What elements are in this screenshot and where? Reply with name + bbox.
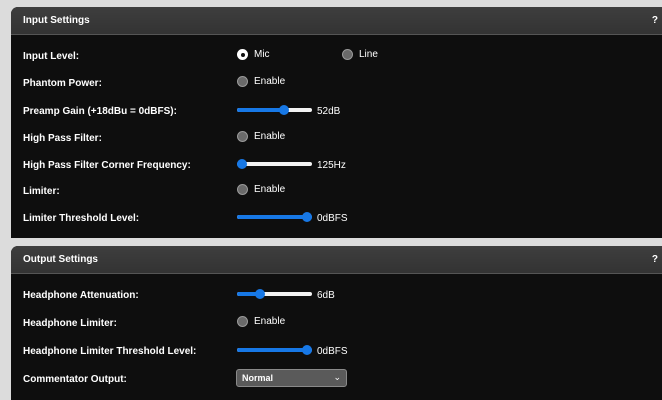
input-settings-help-button[interactable]: ? bbox=[652, 15, 658, 26]
slider-fill bbox=[237, 108, 284, 112]
preamp-gain-slider[interactable] bbox=[237, 105, 312, 115]
headphone-limiter-row: Headphone Limiter: Enable bbox=[11, 314, 662, 334]
phantom-power-enable-label: Enable bbox=[254, 76, 286, 87]
high-pass-filter-enable-label: Enable bbox=[254, 131, 286, 142]
headphone-limiter-threshold-label: Headphone Limiter Threshold Level: bbox=[23, 346, 197, 357]
input-settings-title: Input Settings bbox=[23, 15, 90, 26]
slider-thumb[interactable] bbox=[278, 105, 289, 115]
commentator-output-label: Commentator Output: bbox=[23, 374, 127, 385]
commentator-output-row: Commentator Output: Normal ⌄ bbox=[11, 369, 662, 390]
commentator-output-selected: Normal bbox=[242, 373, 274, 383]
input-level-mic-radio[interactable]: Mic bbox=[237, 49, 270, 60]
slider-thumb[interactable] bbox=[302, 345, 312, 355]
headphone-limiter-threshold-row: Headphone Limiter Threshold Level: 0dBFS bbox=[11, 342, 662, 362]
headphone-attenuation-slider[interactable] bbox=[237, 289, 312, 299]
output-settings-header: Output Settings ? bbox=[11, 246, 662, 274]
headphone-limiter-enable-label: Enable bbox=[254, 316, 286, 327]
headphone-limiter-threshold-slider[interactable] bbox=[237, 345, 312, 355]
slider-thumb[interactable] bbox=[254, 289, 265, 299]
input-settings-panel: Input Settings ? Input Level: Mic Line P… bbox=[11, 7, 662, 238]
preamp-gain-value: 52dB bbox=[317, 106, 341, 117]
input-level-line-label: Line bbox=[359, 49, 378, 60]
hpf-corner-frequency-label: High Pass Filter Corner Frequency: bbox=[23, 160, 191, 171]
phantom-power-row: Phantom Power: Enable bbox=[11, 74, 662, 94]
high-pass-filter-label: High Pass Filter: bbox=[23, 133, 102, 144]
slider-track bbox=[237, 162, 312, 166]
radio-unchecked-icon bbox=[237, 76, 248, 87]
radio-unchecked-icon bbox=[237, 131, 248, 142]
radio-unchecked-icon bbox=[237, 316, 248, 327]
slider-fill bbox=[237, 348, 312, 352]
limiter-threshold-slider[interactable] bbox=[237, 212, 312, 222]
output-settings-panel: Output Settings ? Headphone Attenuation:… bbox=[11, 246, 662, 400]
limiter-label: Limiter: bbox=[23, 186, 60, 197]
headphone-attenuation-value: 6dB bbox=[317, 290, 335, 301]
output-settings-title: Output Settings bbox=[23, 254, 98, 265]
radio-unchecked-icon bbox=[342, 49, 353, 60]
input-level-mic-label: Mic bbox=[254, 49, 270, 60]
limiter-threshold-value: 0dBFS bbox=[317, 213, 348, 224]
phantom-power-label: Phantom Power: bbox=[23, 78, 102, 89]
phantom-power-enable-radio[interactable]: Enable bbox=[237, 76, 285, 87]
preamp-gain-label: Preamp Gain (+18dBu = 0dBFS): bbox=[23, 106, 177, 117]
slider-fill bbox=[237, 215, 312, 219]
limiter-threshold-label: Limiter Threshold Level: bbox=[23, 213, 140, 224]
preamp-gain-row: Preamp Gain (+18dBu = 0dBFS): 52dB bbox=[11, 102, 662, 122]
output-settings-help-button[interactable]: ? bbox=[652, 254, 658, 265]
limiter-enable-label: Enable bbox=[254, 184, 286, 195]
hpf-corner-frequency-slider[interactable] bbox=[237, 159, 312, 169]
headphone-limiter-label: Headphone Limiter: bbox=[23, 318, 117, 329]
slider-thumb[interactable] bbox=[302, 212, 312, 222]
headphone-limiter-threshold-value: 0dBFS bbox=[317, 346, 348, 357]
headphone-attenuation-row: Headphone Attenuation: 6dB bbox=[11, 286, 662, 306]
high-pass-filter-enable-radio[interactable]: Enable bbox=[237, 131, 285, 142]
input-level-label: Input Level: bbox=[23, 51, 80, 62]
commentator-output-select[interactable]: Normal ⌄ bbox=[236, 369, 347, 387]
hpf-corner-frequency-row: High Pass Filter Corner Frequency: 125Hz bbox=[11, 156, 662, 176]
input-level-row: Input Level: Mic Line bbox=[11, 47, 662, 67]
headphone-limiter-enable-radio[interactable]: Enable bbox=[237, 316, 285, 327]
radio-unchecked-icon bbox=[237, 184, 248, 195]
slider-thumb[interactable] bbox=[237, 159, 247, 169]
limiter-threshold-row: Limiter Threshold Level: 0dBFS bbox=[11, 209, 662, 229]
hpf-corner-frequency-value: 125Hz bbox=[317, 160, 346, 171]
limiter-row: Limiter: Enable bbox=[11, 182, 662, 202]
high-pass-filter-row: High Pass Filter: Enable bbox=[11, 129, 662, 149]
limiter-enable-radio[interactable]: Enable bbox=[237, 184, 285, 195]
radio-checked-icon bbox=[237, 49, 248, 60]
input-settings-header: Input Settings ? bbox=[11, 7, 662, 35]
chevron-down-icon: ⌄ bbox=[333, 372, 341, 382]
headphone-attenuation-label: Headphone Attenuation: bbox=[23, 290, 139, 301]
input-level-line-radio[interactable]: Line bbox=[342, 49, 378, 60]
